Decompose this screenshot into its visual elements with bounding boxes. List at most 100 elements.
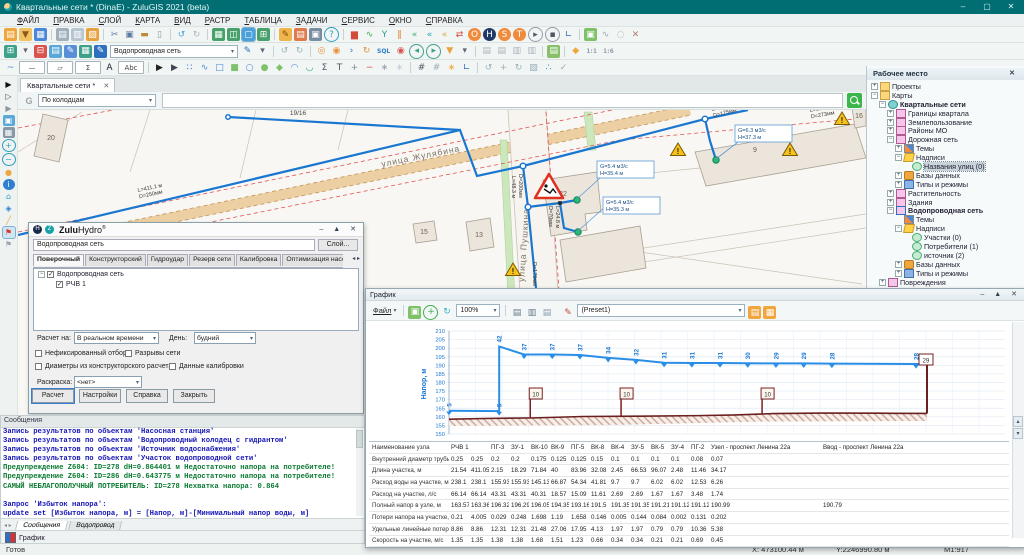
draw-polygon-icon[interactable]: ◆ <box>273 61 286 74</box>
geo-undo-icon[interactable]: ↺ <box>278 45 291 58</box>
print-preview-icon[interactable]: ▥ <box>525 306 538 319</box>
rotate-ccw-icon[interactable]: ↺ <box>482 61 495 74</box>
checkbox-net-breaks[interactable]: Разрывы сети <box>125 350 180 357</box>
gallery-icon[interactable]: ▣ <box>309 28 322 41</box>
find-icon[interactable]: ◎ <box>315 45 328 58</box>
coloring-select[interactable]: <нет>▾ <box>74 376 142 388</box>
menu-таблица[interactable]: ТАБЛИЦА <box>237 16 288 25</box>
minimize-button[interactable]: – <box>954 1 972 13</box>
circle-t-icon[interactable]: T <box>513 28 526 41</box>
tree-item[interactable]: −Надписи <box>867 224 1024 233</box>
flag-icon[interactable]: ⚑ <box>3 227 15 238</box>
map-edit-icon[interactable]: ✎ <box>64 45 77 58</box>
style-pencil-icon[interactable]: ✎ <box>241 45 254 58</box>
checkbox-calibration-data[interactable]: Данные калибровки <box>169 363 244 370</box>
add-window-icon[interactable]: ⊞ <box>257 28 270 41</box>
checkbox-rchv[interactable]: ✓ <box>56 281 63 288</box>
related-search-icon[interactable]: ↻ <box>360 45 373 58</box>
chart-line-icon[interactable]: ∟ <box>562 28 575 41</box>
valve-node[interactable] <box>558 201 562 205</box>
search-button[interactable] <box>847 93 862 108</box>
cut-icon[interactable]: ✂ <box>108 28 121 41</box>
draw-ellipse-icon[interactable]: ○ <box>243 61 256 74</box>
map-window-icon[interactable]: ▢ <box>242 28 255 41</box>
checkbox-unfixed-flow[interactable]: Нефиксированный отбор <box>35 350 127 357</box>
draw-symbol-icon[interactable]: Σ <box>318 61 331 74</box>
move-node-icon[interactable]: + <box>497 61 510 74</box>
scale-fit-icon[interactable]: 1:6 <box>601 45 616 58</box>
hydro-tab[interactable]: Калибровка <box>236 254 281 266</box>
circle-play-icon[interactable]: ▸ <box>528 27 543 42</box>
raster-view-icon[interactable]: ▣ <box>3 115 15 126</box>
object-pass-icon[interactable]: › <box>345 45 358 58</box>
tree-item[interactable]: +Базы данных <box>867 171 1024 180</box>
line-sample-icon[interactable]: — <box>19 61 45 74</box>
workspace-close-icon[interactable]: ✕ <box>1009 69 1015 77</box>
circle-stop-icon[interactable]: ▪ <box>545 27 560 42</box>
tree-item[interactable]: −Темы <box>867 215 1024 224</box>
circle-o-icon[interactable]: O <box>468 28 481 41</box>
pumps-icon[interactable]: ‖ <box>393 28 406 41</box>
stats-bars-icon[interactable]: ▆ <box>348 28 361 41</box>
report-icon[interactable]: ▤ <box>547 45 560 58</box>
tree-item[interactable]: +Темы <box>867 144 1024 153</box>
hydro-button-4[interactable]: Закрыть <box>173 389 215 403</box>
tree-item[interactable]: −Названия улиц (0) <box>867 162 1024 171</box>
zuluhydro-titlebar[interactable]: H Z ZuluHydro® – ▲ ✕ <box>29 223 363 237</box>
circle-s-icon[interactable]: S <box>498 28 511 41</box>
hydro-tab[interactable]: Резерв сети <box>189 254 235 266</box>
zoom-level-select[interactable]: 100%▾ <box>456 304 500 317</box>
text-sample-icon[interactable]: Abc <box>118 61 144 74</box>
layer-tool-icon-3[interactable]: ▥ <box>510 45 523 58</box>
topology-check-icon[interactable]: ✓ <box>557 61 570 74</box>
preset-select[interactable]: (Preset1)▾ <box>577 304 745 317</box>
ortho-icon[interactable]: ∟ <box>460 61 473 74</box>
info-icon[interactable]: i <box>3 179 15 190</box>
search-mode-select[interactable]: По колодцам▾ <box>38 94 156 107</box>
style-caret-icon[interactable]: ▾ <box>256 45 269 58</box>
flow-direction-icon-a[interactable]: « <box>408 28 421 41</box>
bookmark-caret-icon[interactable]: ▾ <box>458 45 471 58</box>
search-input[interactable] <box>162 93 843 108</box>
tree-item[interactable]: +Землепользование <box>867 118 1024 127</box>
measure-icon[interactable]: ╱ <box>3 215 15 226</box>
print-icon[interactable]: ▤ <box>56 28 69 41</box>
attach-node-icon[interactable]: ∗ <box>378 61 391 74</box>
hydro-button-2[interactable]: Настройки <box>79 389 121 403</box>
grafik-window-buttons[interactable]: – ▲ ✕ <box>980 290 1021 298</box>
symbol-sample-icon[interactable]: Σ <box>75 61 101 74</box>
lasso-gray-icon[interactable]: ◌ <box>614 28 627 41</box>
draw-cross-icon[interactable]: + <box>348 61 361 74</box>
day-select[interactable]: будний▾ <box>194 332 256 344</box>
save-icon[interactable]: ▦ <box>34 28 47 41</box>
tree-item[interactable]: +Растительность <box>867 189 1024 198</box>
forward-icon[interactable]: ▸ <box>426 44 441 59</box>
draw-rect-icon[interactable]: □ <box>213 61 226 74</box>
hydro-tab-scroll[interactable]: ◂ ▸ <box>352 255 360 262</box>
legend-setup-icon[interactable]: ▤ <box>748 306 761 319</box>
grafik-scrollbar[interactable]: ▴ ▾ <box>1012 322 1024 538</box>
clear-gray-icon[interactable]: ✕ <box>629 28 642 41</box>
select-arrow-icon[interactable]: ▶ <box>3 79 15 90</box>
help-icon[interactable]: ? <box>324 27 339 42</box>
tree-item[interactable]: +Проекты <box>867 82 1024 91</box>
select-cursor-icon[interactable]: ▶ <box>153 61 166 74</box>
layer-style-icon[interactable]: ✎ <box>94 45 107 58</box>
tree-item[interactable]: −Карты <box>867 91 1024 100</box>
draw-arc-icon[interactable]: ◠ <box>288 61 301 74</box>
building-22b[interactable] <box>560 226 646 282</box>
tree-item[interactable]: +Типы и режимы <box>867 269 1024 278</box>
checkbox-network[interactable]: ✓ <box>47 271 54 278</box>
back-icon[interactable]: ◂ <box>409 44 424 59</box>
close-button[interactable]: ✕ <box>1002 1 1020 13</box>
attributes-icon[interactable]: ▤ <box>294 28 307 41</box>
extent-icon[interactable]: ▦ <box>3 127 15 138</box>
hydro-tab[interactable]: Оптимизация насосов <box>282 254 343 266</box>
flow-direction-icon-c[interactable]: « <box>438 28 451 41</box>
map-info-icon[interactable]: ▤ <box>49 45 62 58</box>
zoom-in-icon[interactable]: + <box>2 139 16 152</box>
delete-icon[interactable]: ▯ <box>153 28 166 41</box>
flag-gray-icon[interactable]: ⚑ <box>3 239 15 250</box>
scale-1-1-icon[interactable]: 1:1 <box>584 45 599 58</box>
select-add-cursor-icon[interactable]: ▶ <box>168 61 181 74</box>
